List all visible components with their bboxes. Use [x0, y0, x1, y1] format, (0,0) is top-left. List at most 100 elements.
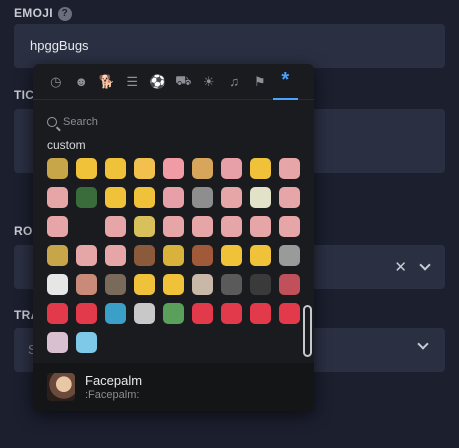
emoji-cell[interactable]	[188, 299, 217, 328]
emoji-cell[interactable]	[72, 299, 101, 328]
emoji-image	[47, 216, 68, 237]
help-icon[interactable]: ?	[57, 7, 72, 21]
emoji-cell[interactable]	[72, 270, 101, 299]
emoji-cell[interactable]	[43, 270, 72, 299]
emoji-cell[interactable]	[217, 183, 246, 212]
emoji-picker: ◷☻🐕☰⚽⛟☀♫⚑* custom Facepalm :Facepalm:	[33, 64, 314, 411]
emoji-cell[interactable]	[246, 241, 275, 270]
emoji-image	[76, 216, 97, 237]
scrollbar-thumb[interactable]	[303, 305, 312, 357]
emoji-cell[interactable]	[130, 154, 159, 183]
emoji-cell[interactable]	[101, 212, 130, 241]
emoji-cell[interactable]	[43, 241, 72, 270]
emoji-cell[interactable]	[72, 183, 101, 212]
emoji-cell[interactable]	[130, 241, 159, 270]
football-icon[interactable]: ⚽	[145, 64, 171, 100]
emoji-image	[250, 303, 271, 324]
custom-asterisk-icon[interactable]: *	[272, 64, 298, 100]
emoji-cell[interactable]	[217, 154, 246, 183]
emoji-cell[interactable]	[188, 183, 217, 212]
emoji-image	[47, 245, 68, 266]
emoji-image	[76, 332, 97, 353]
emoji-cell[interactable]	[246, 154, 275, 183]
emoji-cell[interactable]	[159, 183, 188, 212]
emoji-cell[interactable]	[159, 241, 188, 270]
preview-shortcode: :Facepalm:	[85, 389, 140, 401]
bulb-icon[interactable]: ☀	[196, 64, 222, 100]
emoji-cell[interactable]	[130, 299, 159, 328]
emoji-cell[interactable]	[101, 241, 130, 270]
burger-icon[interactable]: ☰	[120, 64, 146, 100]
emoji-image	[192, 158, 213, 179]
emoji-cell[interactable]	[188, 270, 217, 299]
emoji-cell[interactable]	[246, 270, 275, 299]
emoji-cell[interactable]	[217, 299, 246, 328]
emoji-cell[interactable]	[43, 154, 72, 183]
smiley-icon[interactable]: ☻	[69, 64, 95, 100]
flag-icon[interactable]: ⚑	[247, 64, 273, 100]
emoji-image	[192, 187, 213, 208]
emoji-cell[interactable]	[72, 212, 101, 241]
emoji-cell[interactable]	[72, 328, 101, 357]
emoji-cell[interactable]	[159, 270, 188, 299]
emoji-cell[interactable]	[246, 212, 275, 241]
emoji-cell[interactable]	[275, 212, 304, 241]
category-bar: ◷ ☻ 🐕 ☰ ⚽ ⛟ ☀ ♫ ⚑ *	[33, 64, 314, 100]
emoji-cell[interactable]	[246, 299, 275, 328]
emoji-cell[interactable]	[188, 241, 217, 270]
emoji-cell[interactable]	[101, 183, 130, 212]
emoji-cell[interactable]	[101, 154, 130, 183]
emoji-cell[interactable]	[217, 212, 246, 241]
emoji-cell[interactable]	[43, 328, 72, 357]
emoji-cell[interactable]	[159, 212, 188, 241]
emoji-cell[interactable]	[43, 299, 72, 328]
emoji-cell[interactable]	[275, 183, 304, 212]
emoji-image	[76, 245, 97, 266]
emoji-image	[221, 303, 242, 324]
emoji-cell[interactable]	[43, 212, 72, 241]
category-title: custom	[47, 138, 86, 152]
emoji-cell[interactable]	[188, 154, 217, 183]
emoji-field-label: EMOJI?	[14, 6, 72, 21]
emoji-cell[interactable]	[130, 183, 159, 212]
emoji-cell[interactable]	[217, 241, 246, 270]
preview-name: Facepalm	[85, 373, 143, 388]
emoji-cell[interactable]	[130, 212, 159, 241]
emoji-image	[134, 303, 155, 324]
emoji-image	[221, 245, 242, 266]
emoji-image	[47, 332, 68, 353]
emoji-grid	[43, 154, 305, 357]
clock-icon[interactable]: ◷	[43, 64, 69, 100]
emoji-cell[interactable]	[275, 270, 304, 299]
emoji-image	[105, 303, 126, 324]
emoji-cell[interactable]	[130, 270, 159, 299]
emoji-cell[interactable]	[275, 241, 304, 270]
emoji-image	[76, 303, 97, 324]
emoji-image	[221, 158, 242, 179]
emoji-image	[279, 187, 300, 208]
emoji-cell[interactable]	[43, 183, 72, 212]
emoji-image	[76, 187, 97, 208]
car-icon[interactable]: ⛟	[171, 64, 197, 100]
emoji-cell[interactable]	[275, 154, 304, 183]
emoji-image	[76, 274, 97, 295]
emoji-name-input[interactable]: hpggBugs	[14, 24, 445, 68]
clear-icon[interactable]: ✕	[394, 258, 407, 276]
emoji-cell[interactable]	[217, 270, 246, 299]
symbols-icon[interactable]: ♫	[222, 64, 248, 100]
search-input[interactable]	[63, 116, 283, 128]
emoji-cell[interactable]	[159, 154, 188, 183]
emoji-cell[interactable]	[246, 183, 275, 212]
emoji-cell[interactable]	[188, 212, 217, 241]
emoji-cell[interactable]	[72, 241, 101, 270]
emoji-image	[134, 216, 155, 237]
chevron-down-icon[interactable]	[417, 338, 429, 350]
emoji-image	[163, 303, 184, 324]
emoji-cell[interactable]	[159, 299, 188, 328]
emoji-cell[interactable]	[101, 299, 130, 328]
emoji-cell[interactable]	[275, 299, 304, 328]
emoji-cell[interactable]	[72, 154, 101, 183]
chevron-down-icon[interactable]	[419, 259, 431, 271]
emoji-cell[interactable]	[101, 270, 130, 299]
dog-icon[interactable]: 🐕	[94, 64, 120, 100]
